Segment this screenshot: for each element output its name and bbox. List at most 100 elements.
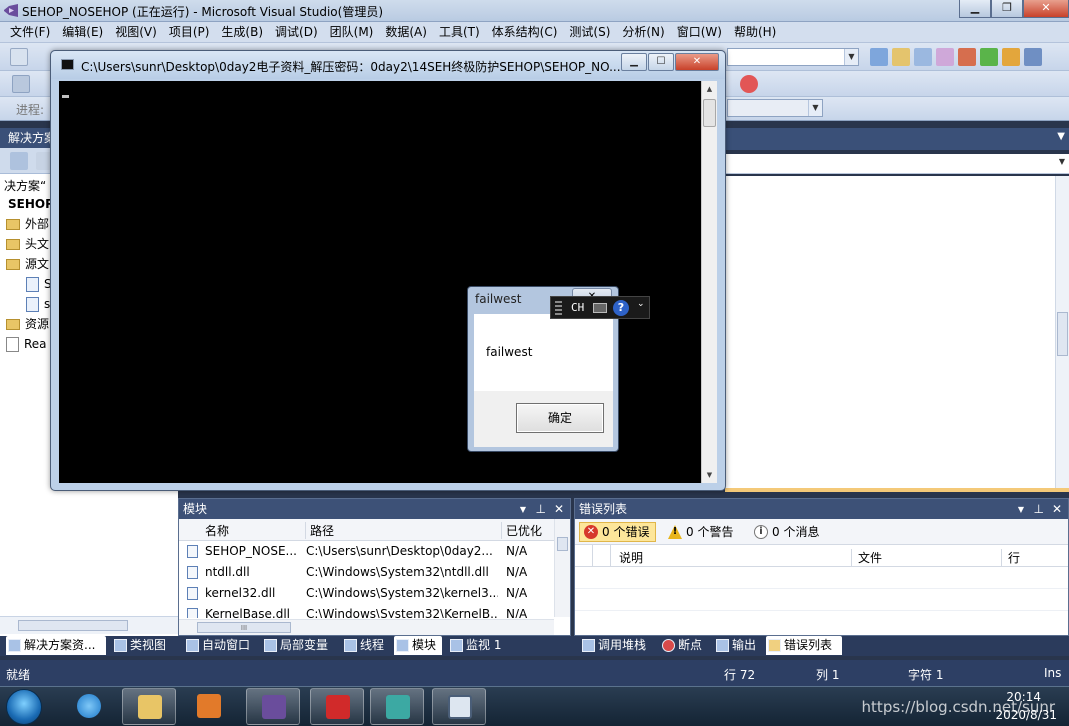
scroll-down-icon[interactable]: ▼: [702, 467, 717, 483]
messages-filter-button[interactable]: i 0 个消息: [749, 522, 826, 542]
scrollbar-thumb[interactable]: [18, 620, 128, 631]
close-icon[interactable]: ✕: [1052, 499, 1062, 519]
keyboard-icon[interactable]: [593, 303, 607, 313]
menu-data[interactable]: 数据(A): [379, 22, 433, 42]
extension-manager-icon[interactable]: [980, 48, 998, 66]
column-file[interactable]: 文件: [851, 549, 882, 566]
member-combo[interactable]: ▼: [725, 154, 1069, 174]
menu-debug[interactable]: 调试(D): [269, 22, 324, 42]
properties-icon[interactable]: [10, 152, 28, 170]
menu-build[interactable]: 生成(B): [215, 22, 269, 42]
horizontal-scrollbar[interactable]: III: [179, 619, 554, 635]
horizontal-scrollbar[interactable]: [0, 616, 178, 634]
column-optimized[interactable]: 已优化: [501, 522, 542, 539]
tree-item-headers[interactable]: 头文: [6, 234, 49, 254]
tab-threads[interactable]: 线程: [342, 636, 384, 655]
table-row[interactable]: KernelBase.dll C:\Windows\System32\Kerne…: [179, 604, 570, 618]
column-description[interactable]: 说明: [619, 549, 643, 566]
tab-watch-1[interactable]: 监视 1: [448, 636, 501, 655]
console-titlebar[interactable]: C:\Users\sunr\Desktop\0day2电子资料_解压密码：0da…: [51, 51, 725, 79]
menu-project[interactable]: 项目(P): [163, 22, 216, 42]
tab-call-stack[interactable]: 调用堆栈: [580, 636, 646, 655]
column-path[interactable]: 路径: [305, 522, 334, 539]
scrollbar-thumb[interactable]: [1057, 312, 1068, 356]
tab-output[interactable]: 输出: [714, 636, 756, 655]
clock-date[interactable]: 2020/8/31: [995, 708, 1057, 722]
immediate-window-icon[interactable]: [1024, 48, 1042, 66]
maximize-button[interactable]: ☐: [648, 53, 674, 71]
close-icon[interactable]: ✕: [554, 499, 564, 519]
command-window-icon[interactable]: [1002, 48, 1020, 66]
errors-filter-button[interactable]: ✕ 0 个错误: [579, 522, 657, 542]
tree-item-resources[interactable]: 资源: [6, 314, 49, 334]
scrollbar-thumb[interactable]: III: [197, 622, 291, 633]
column-line[interactable]: 行: [1001, 549, 1020, 566]
chevron-down-icon[interactable]: ▼: [520, 500, 526, 520]
properties-icon[interactable]: [892, 48, 910, 66]
menu-tools[interactable]: 工具(T): [433, 22, 486, 42]
vertical-scrollbar[interactable]: [554, 519, 570, 617]
table-row[interactable]: ntdll.dll C:\Windows\System32\ntdll.dll …: [179, 562, 570, 583]
object-browser-icon[interactable]: [914, 48, 932, 66]
help-icon[interactable]: ?: [613, 300, 629, 316]
menu-window[interactable]: 窗口(W): [671, 22, 728, 42]
table-row[interactable]: kernel32.dll C:\Windows\System32\kernel3…: [179, 583, 570, 604]
taskbar-console[interactable]: [432, 688, 486, 725]
taskbar-ida[interactable]: [310, 688, 364, 725]
pin-icon[interactable]: ⊥: [536, 499, 546, 519]
start-page-icon[interactable]: [958, 48, 976, 66]
menu-architecture[interactable]: 体系结构(C): [486, 22, 564, 42]
scrollbar-thumb[interactable]: [703, 99, 716, 127]
drag-handle-icon[interactable]: [555, 301, 562, 315]
menu-file[interactable]: 文件(F): [4, 22, 56, 42]
debug-icon[interactable]: [12, 75, 30, 93]
tab-breakpoints[interactable]: 断点: [660, 636, 702, 655]
menu-team[interactable]: 团队(M): [324, 22, 380, 42]
tree-item-external[interactable]: 外部: [6, 214, 49, 234]
find-icon[interactable]: [870, 48, 888, 66]
menu-test[interactable]: 测试(S): [563, 22, 616, 42]
console-vertical-scrollbar[interactable]: ▲ ▼: [701, 81, 717, 483]
scroll-up-icon[interactable]: ▲: [702, 81, 717, 97]
menu-edit[interactable]: 编辑(E): [56, 22, 109, 42]
menu-analyze[interactable]: 分析(N): [616, 22, 670, 42]
table-row[interactable]: SEHOP_NOSE... C:\Users\sunr\Desktop\0day…: [179, 541, 570, 562]
tree-item-solution[interactable]: 决方案“: [4, 176, 46, 196]
tab-class-view[interactable]: 类视图: [112, 636, 166, 655]
taskbar-ie[interactable]: [62, 688, 116, 725]
start-button[interactable]: [6, 689, 42, 725]
new-project-icon[interactable]: [10, 48, 28, 66]
solution-config-combo[interactable]: ▼: [727, 48, 859, 66]
menu-help[interactable]: 帮助(H): [728, 22, 782, 42]
close-button[interactable]: ✕: [1023, 0, 1069, 18]
tab-autos[interactable]: 自动窗口: [184, 636, 250, 655]
tree-item-project[interactable]: SEHOP: [8, 194, 54, 214]
tree-item-readme[interactable]: Rea: [6, 334, 47, 354]
minimize-button[interactable]: ▁: [959, 0, 991, 18]
minimize-button[interactable]: ▁: [621, 53, 647, 71]
tab-error-list[interactable]: 错误列表: [766, 636, 842, 655]
breakpoint-icon[interactable]: [740, 75, 758, 93]
editor-splitter[interactable]: [725, 488, 1069, 492]
thread-combo[interactable]: ▼: [727, 99, 823, 117]
menu-view[interactable]: 视图(V): [109, 22, 163, 42]
pin-icon[interactable]: ⊥: [1034, 499, 1044, 519]
options-icon[interactable]: ⌄: [637, 299, 645, 309]
tab-locals[interactable]: 局部变量: [262, 636, 328, 655]
tree-item-sources[interactable]: 源文: [6, 254, 49, 274]
taskbar-explorer[interactable]: [122, 688, 176, 725]
taskbar-visual-studio[interactable]: [246, 688, 300, 725]
close-button[interactable]: ✕: [675, 53, 719, 71]
chevron-down-icon[interactable]: ▼: [1057, 131, 1065, 142]
taskbar-tool[interactable]: [370, 688, 424, 725]
tab-modules[interactable]: 模块: [394, 636, 442, 655]
toolbox-icon[interactable]: [936, 48, 954, 66]
taskbar-media-player[interactable]: [182, 688, 236, 725]
editor-vertical-scrollbar[interactable]: [1055, 176, 1069, 488]
chevron-down-icon[interactable]: ▼: [1018, 500, 1024, 520]
tree-item-source-file[interactable]: S: [26, 274, 52, 294]
code-editor[interactable]: [725, 176, 1069, 488]
restore-button[interactable]: ❐: [991, 0, 1023, 18]
tree-item-source-file[interactable]: s: [26, 294, 50, 314]
clock-time[interactable]: 20:14: [1006, 690, 1041, 704]
